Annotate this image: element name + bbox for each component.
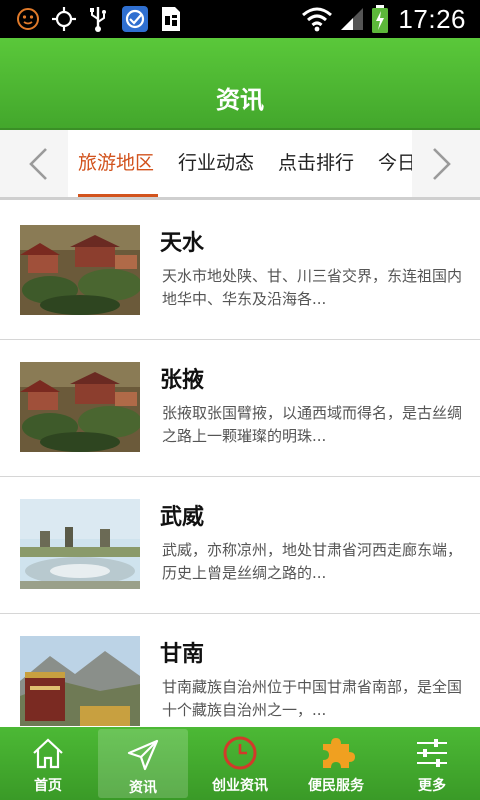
emoji-icon — [14, 5, 42, 33]
status-bar: 17:26 — [0, 0, 480, 38]
document-icon — [158, 5, 184, 33]
tab-travel-region[interactable]: 旅游地区 — [78, 130, 154, 197]
active-tab-indicator — [78, 194, 158, 197]
article-thumbnail — [20, 636, 140, 726]
status-time: 17:26 — [398, 4, 466, 34]
nav-services[interactable]: 便民服务 — [288, 727, 384, 800]
article-thumbnail — [20, 362, 140, 452]
tab-click-ranking[interactable]: 点击排行 — [278, 130, 354, 197]
article-thumbnail — [20, 225, 140, 315]
nav-label: 创业资讯 — [212, 778, 268, 794]
list-item[interactable]: 张掖 张掖取张国臂掖，以通西域而得名，是古丝绸之路上一颗璀璨的明珠... — [0, 340, 480, 477]
article-title: 武威 — [160, 505, 205, 530]
title-bar: 资讯 — [0, 38, 480, 130]
category-tabs: 旅游地区 行业动态 点击排行 今日 — [0, 130, 480, 200]
article-summary: 甘南藏族自治州位于中国甘肃省南部，是全国十个藏族自治州之一，... — [162, 678, 463, 719]
tab-scroll-area: 旅游地区 行业动态 点击排行 今日 — [68, 130, 412, 197]
nav-news[interactable]: 资讯 — [98, 729, 188, 798]
sliders-icon — [384, 733, 480, 773]
list-item[interactable]: 武威 武威，亦称凉州，地处甘肃省河西走廊东端，历史上曾是丝绸之路的... — [0, 477, 480, 614]
nav-label: 首页 — [34, 778, 62, 794]
gps-icon — [50, 5, 78, 33]
puzzle-icon — [288, 733, 384, 773]
article-thumbnail — [20, 499, 140, 589]
send-icon — [98, 735, 188, 775]
nav-home[interactable]: 首页 — [0, 727, 96, 800]
home-icon — [0, 733, 96, 773]
list-item[interactable]: 天水 天水市地处陕、甘、川三省交界，东连祖国内地华中、华东及沿海各... — [0, 203, 480, 340]
usb-icon — [86, 5, 110, 33]
nav-more[interactable]: 更多 — [384, 727, 480, 800]
article-summary: 张掖取张国臂掖，以通西域而得名，是古丝绸之路上一颗璀璨的明珠... — [162, 404, 463, 445]
clock-icon — [192, 733, 288, 773]
article-summary: 武威，亦称凉州，地处甘肃省河西走廊东端，历史上曾是丝绸之路的... — [162, 541, 463, 582]
nav-label: 更多 — [418, 778, 446, 794]
wifi-icon — [300, 5, 334, 33]
page-title: 资讯 — [216, 86, 264, 114]
tab-industry-news[interactable]: 行业动态 — [178, 130, 254, 197]
bottom-navigation: 首页 资讯 创业资讯 便民服务 更多 — [0, 727, 480, 800]
article-title: 甘南 — [160, 642, 205, 667]
nav-label: 便民服务 — [308, 778, 364, 794]
tab-scroll-right-button[interactable] — [422, 144, 462, 184]
signal-icon — [338, 5, 366, 33]
nav-label: 资讯 — [129, 780, 157, 796]
article-list: 天水 天水市地处陕、甘、川三省交界，东连祖国内地华中、华东及沿海各... 张掖 … — [0, 203, 480, 727]
article-summary: 天水市地处陕、甘、川三省交界，东连祖国内地华中、华东及沿海各... — [162, 267, 463, 308]
app-icon — [120, 5, 150, 33]
battery-charging-icon — [370, 5, 390, 33]
tab-scroll-left-button[interactable] — [18, 144, 58, 184]
nav-business-news[interactable]: 创业资讯 — [192, 727, 288, 800]
article-title: 张掖 — [160, 368, 205, 393]
article-title: 天水 — [160, 231, 205, 256]
list-item[interactable]: 甘南 甘南藏族自治州位于中国甘肃省南部，是全国十个藏族自治州之一，... — [0, 614, 480, 727]
tab-today[interactable]: 今日 — [378, 130, 412, 197]
